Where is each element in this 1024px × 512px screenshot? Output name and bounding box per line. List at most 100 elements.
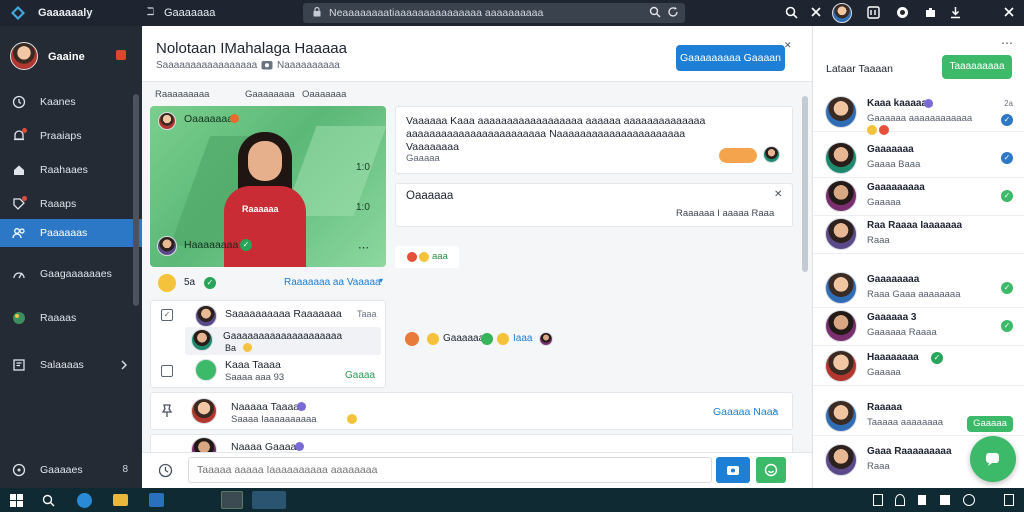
reaction-emoji — [243, 343, 252, 352]
list-item[interactable]: Naaaaa Taaaaa Saaaa Iaaaaaaaaaa Gaaaaa N… — [150, 392, 793, 430]
network-icon[interactable] — [963, 494, 975, 506]
notice-close-icon[interactable]: ✕ — [774, 189, 782, 200]
refresh-icon[interactable] — [667, 6, 679, 18]
reaction-chip[interactable]: aaa — [395, 246, 459, 268]
filter-item[interactable]: Raaaaaaaaa — [155, 89, 209, 100]
row3-name: Naaaaa Taaaaa — [231, 401, 305, 413]
contact-item[interactable]: Gaaaaaaaaa Gaaaaa ✓ — [813, 176, 1024, 216]
note-icon[interactable] — [867, 6, 880, 19]
sidebar-footer[interactable]: Gaaaaes 8 — [0, 456, 142, 484]
contact-action-button[interactable]: Gaaaaa — [967, 416, 1013, 432]
contact-item[interactable]: Gaaaaaaaa Raaa Gaaa aaaaaaaa ✓ — [813, 268, 1024, 308]
bell-icon — [12, 128, 27, 143]
contact-item[interactable]: Haaaaaaaa ✓ Gaaaaa — [813, 346, 1024, 386]
volume-icon[interactable] — [918, 495, 926, 505]
row2-action[interactable]: Gaaaa — [345, 370, 375, 381]
group-small: Ba — [225, 343, 237, 353]
check-icon: ✓ — [1001, 190, 1013, 202]
floating-chat-button[interactable] — [970, 436, 1016, 482]
contact-item[interactable]: Raaaaa Taaaaa aaaaaaaa Gaaaaa — [813, 396, 1024, 436]
filter-item[interactable]: Oaaaaaaa — [302, 89, 346, 100]
video-card[interactable]: Oaaaaaaa Raaaaaa 1:0 1:0 Haaaaaaaa ✓ ⋯ — [150, 106, 386, 267]
check-icon: ✓ — [1001, 320, 1013, 332]
contact-item[interactable]: Gaaaaaaa Gaaaa Baaa ✓ — [813, 138, 1024, 178]
search-icon[interactable] — [785, 6, 798, 19]
sidebar-item-raaaas[interactable]: Raaaas — [0, 304, 142, 332]
tray-icon[interactable] — [873, 494, 883, 506]
reaction-emoji[interactable] — [481, 333, 493, 345]
reaction-link[interactable]: Raaaaaaa aa Vaaaaa — [284, 277, 381, 288]
tag-icon — [12, 196, 27, 211]
windows-start-icon[interactable] — [10, 494, 23, 507]
user-name[interactable]: Gaaine — [48, 51, 85, 63]
user-avatar[interactable] — [10, 42, 38, 70]
sidebar-item-raaaps[interactable]: Raaaps — [0, 190, 142, 218]
checkbox-icon[interactable]: ✓ — [161, 309, 173, 321]
sidebar-item-salaaaas[interactable]: Salaaaas — [0, 351, 142, 379]
close-window-icon[interactable] — [1003, 6, 1015, 18]
contact-item[interactable]: Gaaaaaa 3 Gaaaaaa Raaaa ✓ — [813, 306, 1024, 346]
sidebar-item-kaanes[interactable]: Kaanes — [0, 88, 142, 116]
chevron-down-icon[interactable]: ▾ — [379, 276, 383, 285]
chevron-right-icon[interactable]: › — [773, 405, 776, 416]
wifi-icon[interactable] — [895, 494, 905, 506]
sidebar-item-gaagaaaaaaes[interactable]: Gaagaaaaaaes — [0, 260, 142, 288]
row3-link[interactable]: Gaaaaa Naaa — [713, 406, 778, 418]
reaction-emoji[interactable] — [497, 333, 509, 345]
contact-avatar — [825, 400, 857, 432]
filter-item[interactable]: Gaaaaaaaa — [245, 89, 295, 100]
clock-icon[interactable] — [158, 463, 173, 478]
reaction-emoji[interactable] — [158, 274, 176, 292]
search-icon[interactable] — [649, 6, 661, 18]
sidebar-scrollbar[interactable] — [133, 94, 139, 306]
contact-item[interactable]: Kaaa kaaaaaa Gaaaaaa aaaaaaaaaaaa 2a ✓ — [813, 92, 1024, 135]
battery-icon[interactable] — [940, 495, 950, 505]
header-cta-button[interactable]: Gaaaaaaaaa Gaaaan — [676, 45, 785, 71]
message-input[interactable] — [188, 457, 712, 483]
more-icon[interactable]: ⋯ — [1001, 36, 1013, 50]
download-icon[interactable] — [949, 6, 962, 19]
attach-button[interactable] — [716, 457, 750, 483]
participant-name: Haaaaaaaa — [184, 239, 239, 251]
chat-icon[interactable] — [896, 6, 909, 19]
header-close-icon[interactable]: ✕ — [784, 40, 792, 51]
sidebar: Gaaine Kaanes Praaiaps Raahaaes Raaaps P… — [0, 26, 142, 488]
calendar-icon[interactable] — [161, 365, 173, 377]
contact-avatar — [825, 272, 857, 304]
active-app-icon[interactable] — [252, 491, 286, 509]
reaction-avatar — [539, 332, 553, 346]
profile-avatar[interactable] — [832, 3, 852, 23]
address-bar[interactable]: Neaaaaaaaatiaaaaaaaaaaaaaaa aaaaaaaaaa — [303, 3, 685, 23]
close-icon[interactable] — [810, 6, 822, 18]
more-icon[interactable]: ⋯ — [358, 241, 369, 254]
contact-item[interactable]: Raa Raaaa Iaaaaaaa Raaa — [813, 214, 1024, 254]
extension-icon[interactable] — [924, 6, 937, 19]
panel-action-button[interactable]: Taaaaaaaaa — [942, 55, 1012, 79]
sidebar-item-paaaaaas[interactable]: Paaaaaas — [0, 219, 142, 247]
reaction-emoji[interactable] — [427, 333, 439, 345]
reaction-chip-text: aaa — [432, 251, 448, 262]
camera-icon — [261, 59, 273, 70]
main-scrollbar[interactable] — [802, 96, 808, 272]
reaction-emoji[interactable] — [405, 332, 419, 346]
contact-sub: Gaaaaaa aaaaaaaaaaaa — [867, 113, 973, 124]
message-reaction-pill[interactable] — [719, 148, 757, 163]
page-subtitle-tag: Naaaaaaaaaa — [277, 60, 340, 71]
sidebar-footer-count: 8 — [122, 464, 128, 475]
app-taskbar-icon[interactable] — [221, 491, 243, 509]
search-icon[interactable] — [42, 494, 55, 507]
store-icon[interactable] — [149, 493, 164, 507]
live-indicator — [230, 114, 239, 123]
tab-label[interactable]: Gaaaaaaa — [164, 7, 215, 19]
contact-name: Gaaaaaa 3 — [867, 312, 917, 323]
reaction-emoji — [879, 125, 889, 135]
contact-name: Kaaa kaaaaaa — [867, 98, 933, 109]
sidebar-item-raahaaes[interactable]: Raahaaes — [0, 156, 142, 184]
emoji-button[interactable] — [756, 457, 786, 483]
notification-icon[interactable] — [1004, 494, 1014, 506]
notification-badge[interactable] — [116, 50, 126, 60]
sidebar-item-praaiaps[interactable]: Praaiaps — [0, 122, 142, 150]
folder-icon[interactable] — [113, 494, 128, 506]
browser-icon[interactable] — [77, 493, 92, 508]
page-header: Nolotaan IMahalaga Haaaaa Saaaaaaaaaaaaa… — [142, 26, 812, 82]
